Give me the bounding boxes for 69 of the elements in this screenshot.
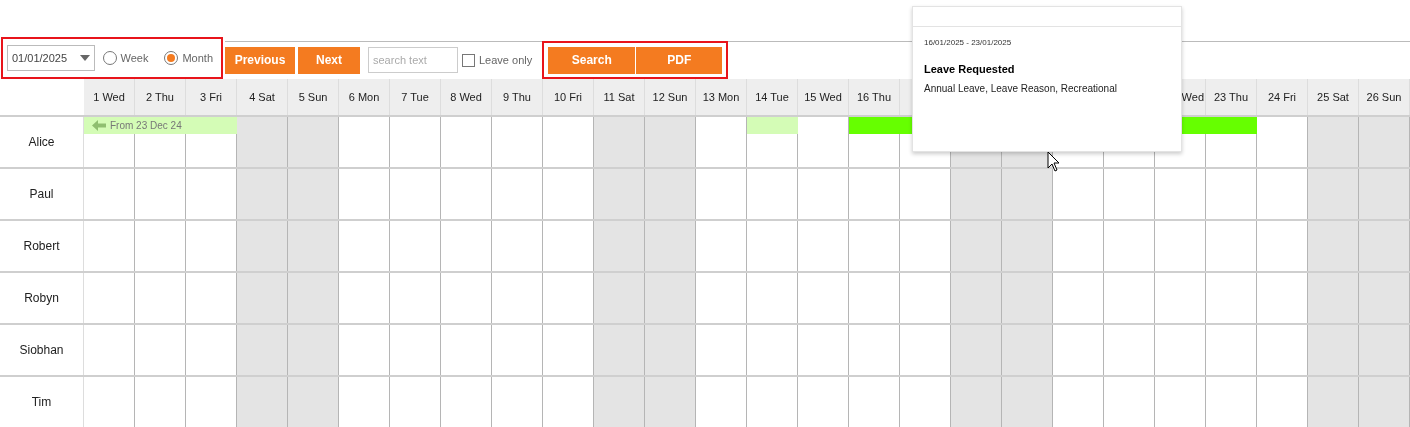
tooltip-details: Annual Leave, Leave Reason, Recreational xyxy=(924,81,1118,96)
day-header: 23 Thu xyxy=(1206,79,1257,115)
weekend-cell xyxy=(1308,221,1359,271)
weekend-cell xyxy=(951,325,1002,375)
weekend-cell xyxy=(288,325,339,375)
caret-down-icon xyxy=(79,55,90,61)
leave-bar[interactable]: From 23 Dec 24 xyxy=(84,117,237,134)
weekend-cell xyxy=(237,325,288,375)
search-button[interactable]: Search xyxy=(548,46,636,74)
weekend-cell xyxy=(1359,273,1410,323)
view-radio[interactable]: Week xyxy=(102,49,149,67)
weekend-cell xyxy=(1002,325,1053,375)
day-header: 7 Tue xyxy=(390,79,441,115)
weekend-cell xyxy=(1308,169,1359,219)
weekend-cell xyxy=(1308,273,1359,323)
arrow-left-icon xyxy=(92,120,106,131)
weekend-cell xyxy=(951,169,1002,219)
weekend-cell xyxy=(1359,169,1410,219)
day-header: 9 Thu xyxy=(492,79,543,115)
leave-note: From 23 Dec 24 xyxy=(110,119,182,133)
weekend-cell xyxy=(237,169,288,219)
weekend-cell xyxy=(645,169,696,219)
search-field[interactable]: search text xyxy=(368,47,458,73)
day-header: 4 Sat xyxy=(237,79,288,115)
weekend-cell xyxy=(951,273,1002,323)
tooltip-title: Leave Requested xyxy=(924,62,1016,77)
day-header: 3 Fri xyxy=(186,79,237,115)
weekend-cell xyxy=(594,169,645,219)
leave-bar[interactable] xyxy=(747,117,798,134)
day-header: 8 Wed xyxy=(441,79,492,115)
weekend-cell xyxy=(288,273,339,323)
weekend-cell xyxy=(594,325,645,375)
day-header: 24 Fri xyxy=(1257,79,1308,115)
day-header: 11 Sat xyxy=(594,79,645,115)
day-header: 16 Thu xyxy=(849,79,900,115)
weekend-cell xyxy=(1002,169,1053,219)
weekend-cell xyxy=(288,221,339,271)
day-header: 2 Thu xyxy=(135,79,186,115)
day-header: 26 Sun xyxy=(1359,79,1410,115)
weekend-cell xyxy=(237,221,288,271)
day-header: 12 Sun xyxy=(645,79,696,115)
weekend-cell xyxy=(1359,325,1410,375)
day-header: 25 Sat xyxy=(1308,79,1359,115)
weekend-cell xyxy=(288,169,339,219)
tooltip-dates: 16/01/2025 - 23/01/2025 xyxy=(924,37,1013,49)
day-header: 1 Wed xyxy=(84,79,135,115)
weekend-cell xyxy=(645,221,696,271)
weekend-cell xyxy=(1359,221,1410,271)
weekend-cell xyxy=(951,221,1002,271)
weekend-cell xyxy=(1002,273,1053,323)
previous-button[interactable]: Previous xyxy=(225,46,295,74)
day-header: 6 Mon xyxy=(339,79,390,115)
weekend-cell xyxy=(1002,221,1053,271)
weekend-cell xyxy=(237,273,288,323)
weekend-cell xyxy=(594,273,645,323)
day-header: 15 Wed xyxy=(798,79,849,115)
day-header: 5 Sun xyxy=(288,79,339,115)
view-radio[interactable]: Month xyxy=(164,49,213,67)
day-header: 14 Tue xyxy=(747,79,798,115)
date-dropdown[interactable]: 01/01/2025 xyxy=(7,45,95,71)
next-button[interactable]: Next xyxy=(298,46,360,74)
leave-only-checkbox[interactable]: Leave only xyxy=(462,51,533,69)
weekend-cell xyxy=(594,221,645,271)
day-header: 13 Mon xyxy=(696,79,747,115)
pdf-button[interactable]: PDF xyxy=(636,46,723,74)
weekend-cell xyxy=(645,325,696,375)
day-header: 10 Fri xyxy=(543,79,594,115)
weekend-cell xyxy=(1308,325,1359,375)
weekend-cell xyxy=(645,273,696,323)
